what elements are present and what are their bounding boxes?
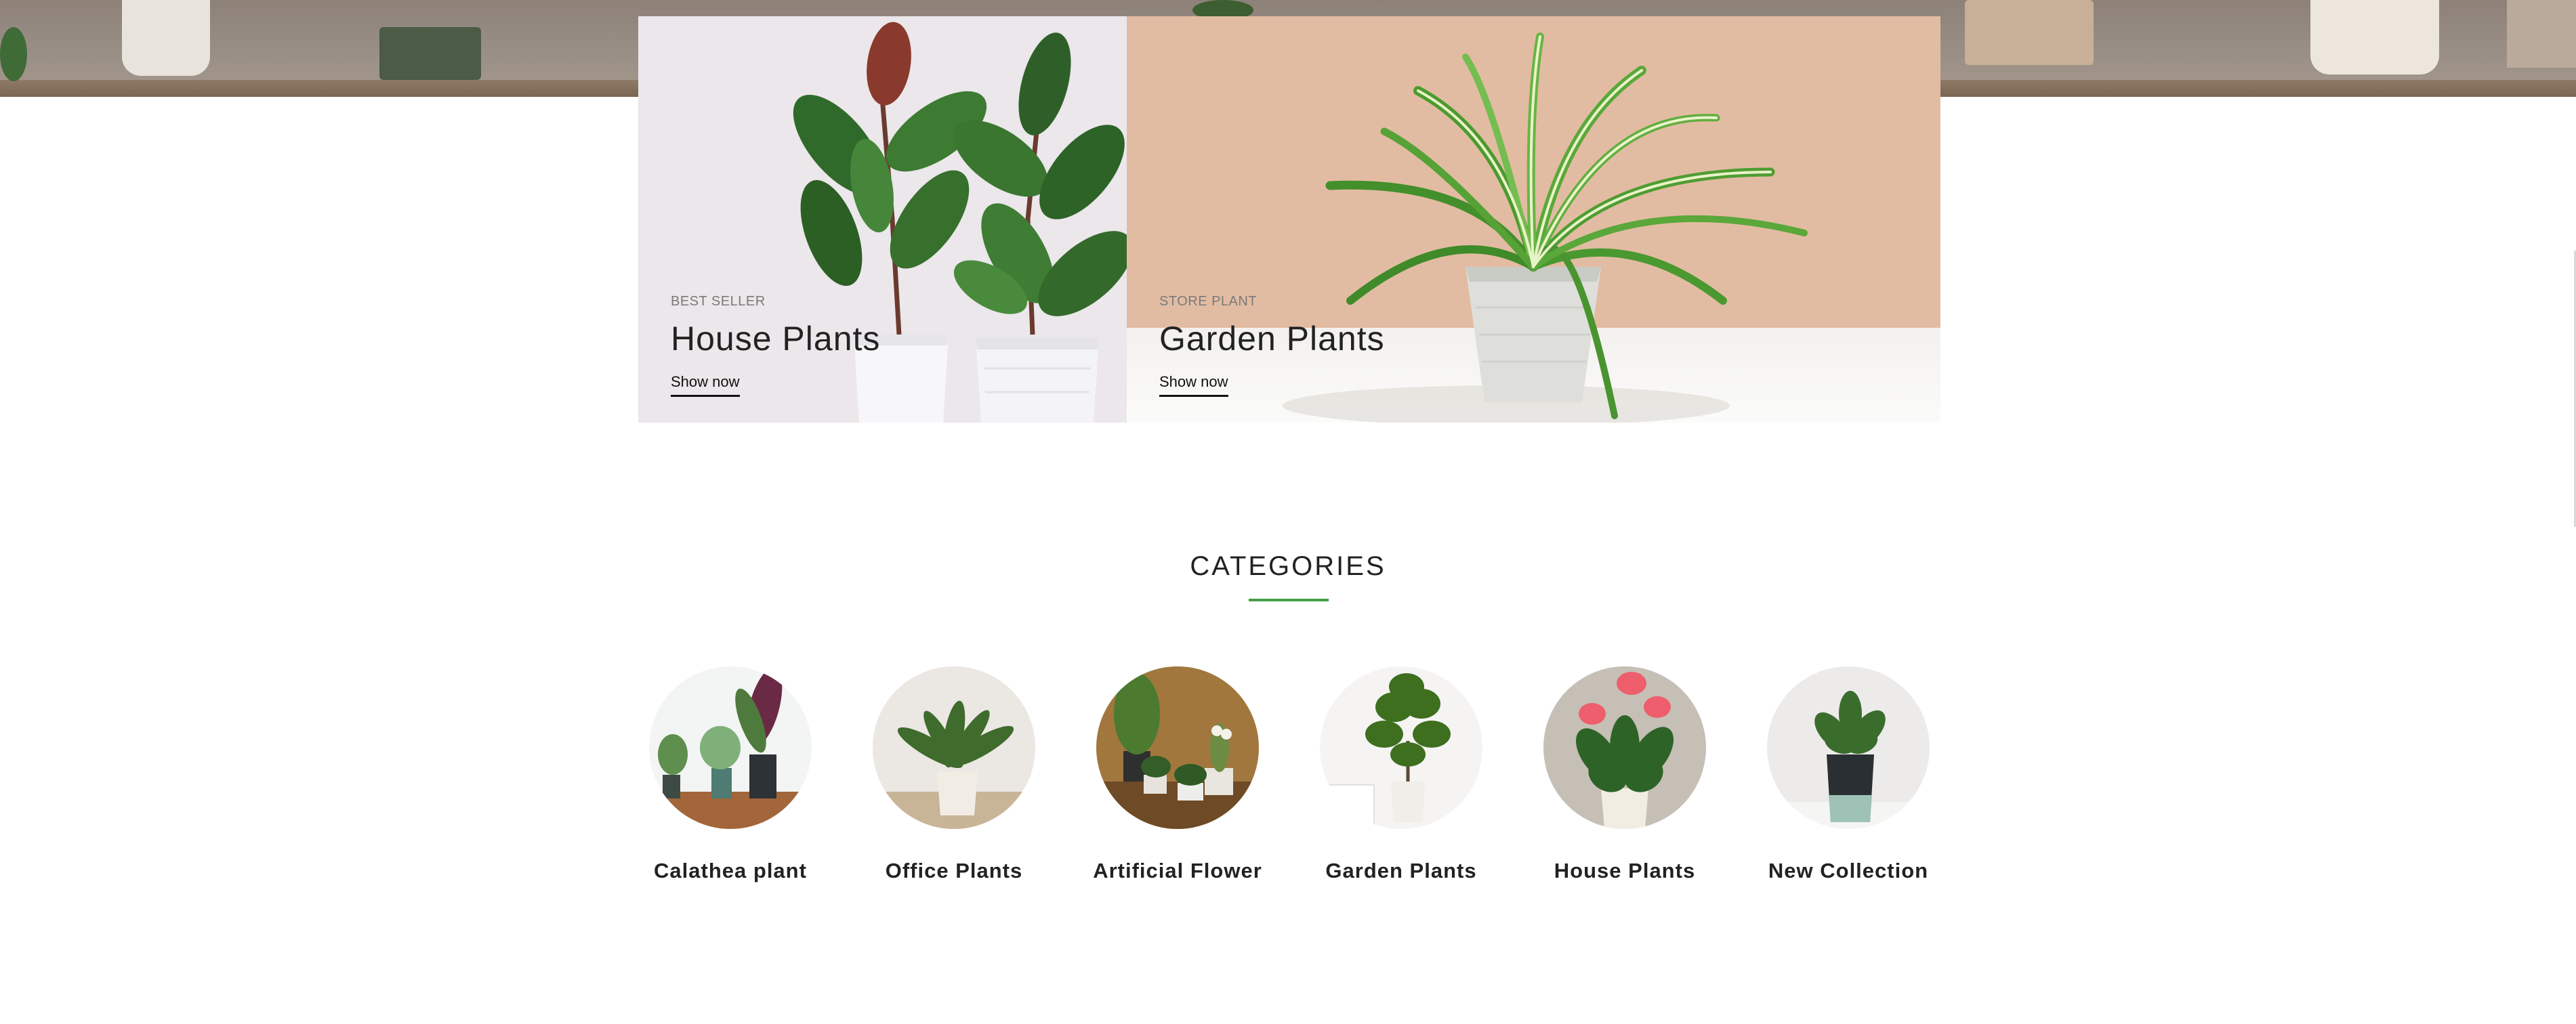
category-label[interactable]: Office Plants [832, 859, 1076, 883]
hero-pot-2 [379, 27, 481, 80]
category-office-plants[interactable]: Office Plants [873, 666, 1035, 883]
category-thumbnail[interactable] [649, 666, 812, 829]
category-thumbnail[interactable] [1320, 666, 1482, 829]
banner-title: Garden Plants [1159, 320, 1385, 358]
hero-leaf-1 [0, 27, 27, 81]
category-calathea-plant[interactable]: Calathea plant [649, 666, 812, 883]
categories-heading-underline [1249, 599, 1329, 601]
show-now-link[interactable]: Show now [671, 373, 740, 397]
banner-garden-plants-text: STORE PLANT Garden Plants Show now [1159, 294, 1385, 397]
categories-heading: CATEGORIES [1190, 551, 1386, 581]
category-thumbnail[interactable] [873, 666, 1035, 829]
category-thumbnail[interactable] [1096, 666, 1259, 829]
category-label[interactable]: Artificial Flower [1056, 859, 1300, 883]
banner-garden-plants[interactable]: STORE PLANT Garden Plants Show now [1127, 16, 1940, 423]
category-house-plants[interactable]: House Plants [1543, 666, 1706, 883]
category-artificial-flower[interactable]: Artificial Flower [1093, 666, 1262, 883]
hero-pot-1 [122, 0, 210, 76]
banner-subtitle: BEST SELLER [671, 294, 766, 309]
category-label[interactable]: New Collection [1726, 859, 1970, 883]
category-label[interactable]: Garden Plants [1279, 859, 1523, 883]
category-garden-plants[interactable]: Garden Plants [1320, 666, 1482, 883]
banner-subtitle: STORE PLANT [1159, 294, 1258, 309]
hero-pot-3 [1965, 0, 2094, 65]
category-label[interactable]: House Plants [1503, 859, 1747, 883]
show-now-link[interactable]: Show now [1159, 373, 1228, 397]
category-thumbnail[interactable] [1543, 666, 1706, 829]
hero-pot-4 [2310, 0, 2439, 74]
category-label[interactable]: Calathea plant [608, 859, 852, 883]
category-new-collection[interactable]: New Collection [1767, 666, 1930, 883]
banner-title: House Plants [671, 320, 881, 358]
hero-pot-5 [2507, 0, 2576, 68]
category-thumbnail[interactable] [1767, 666, 1930, 829]
banner-house-plants[interactable]: BEST SELLER House Plants Show now [638, 16, 1127, 423]
banner-house-plants-text: BEST SELLER House Plants Show now [671, 294, 880, 397]
